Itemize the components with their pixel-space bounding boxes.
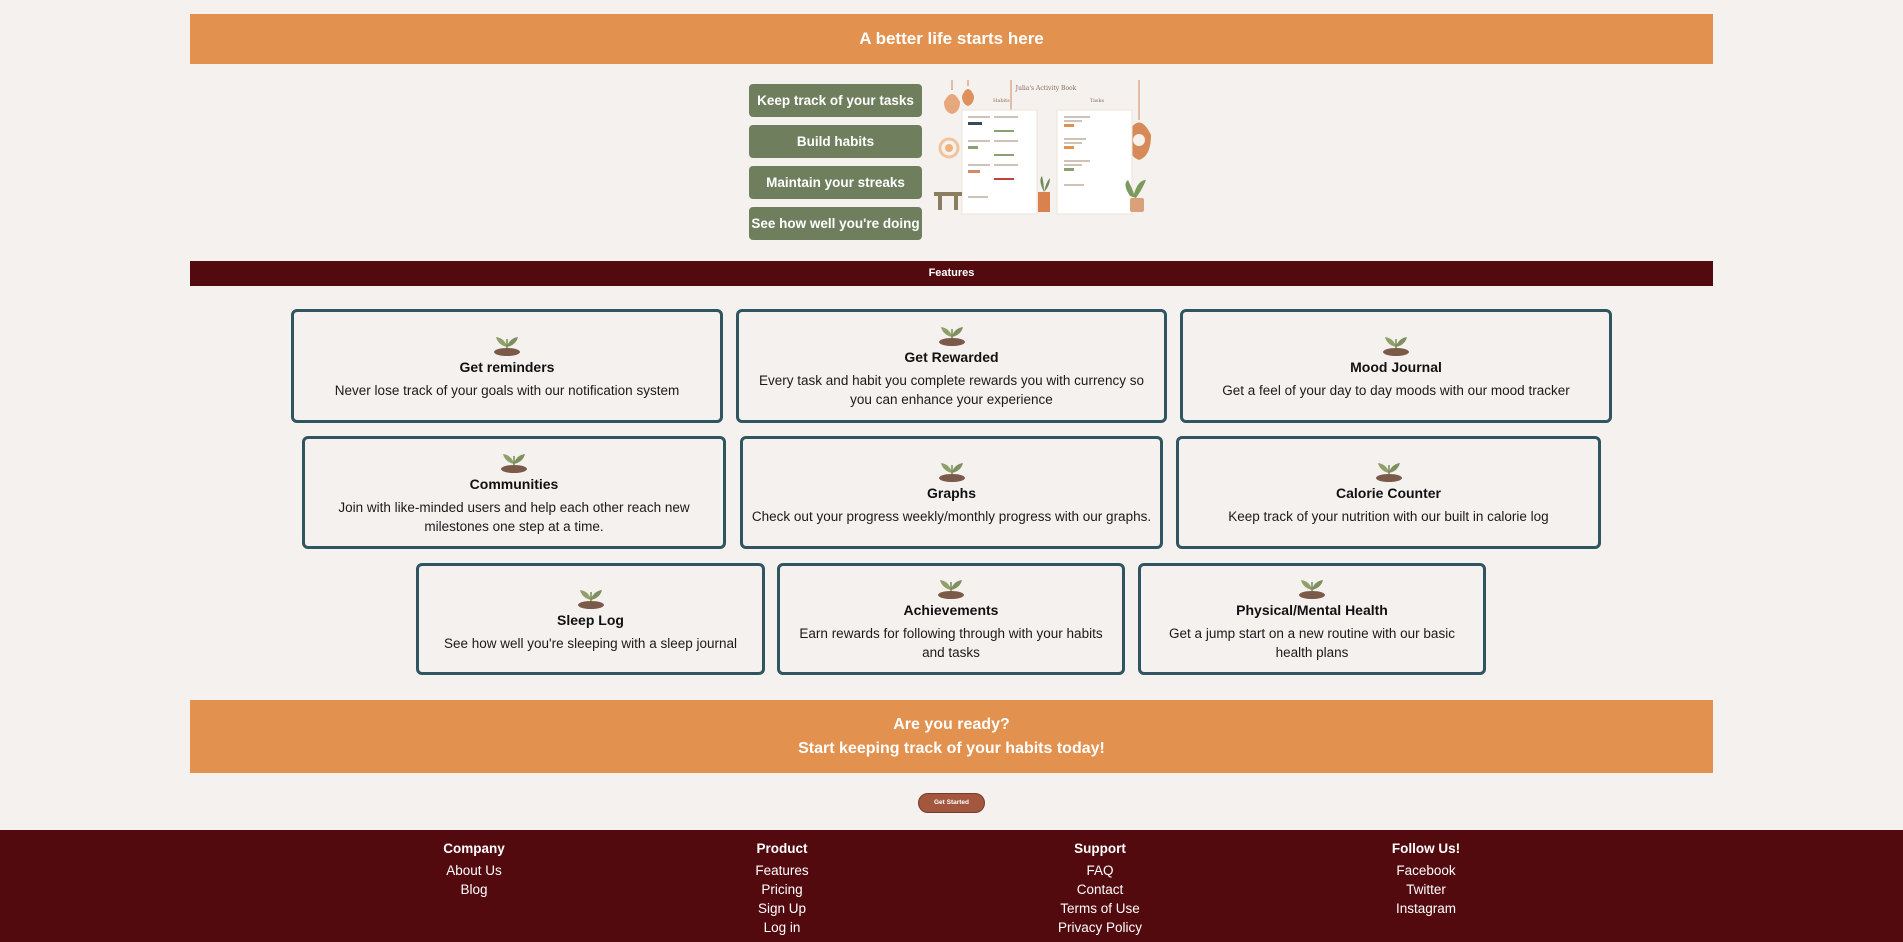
footer-link-instagram[interactable]: Instagram: [1326, 899, 1526, 918]
sprout-icon: [1383, 336, 1409, 356]
feature-card-communities: Communities Join with like-minded users …: [302, 436, 726, 549]
feature-title: Sleep Log: [557, 611, 624, 628]
feature-desc: Every task and habit you complete reward…: [759, 373, 1144, 407]
feature-title: Physical/Mental Health: [1236, 602, 1388, 618]
cta-line-1: Are you ready?: [893, 716, 1010, 733]
footer-link-terms[interactable]: Terms of Use: [1000, 899, 1200, 918]
sprout-icon: [1375, 463, 1402, 482]
sprout-icon: [938, 463, 965, 482]
feature-card-rewarded: Get Rewarded Every task and habit you co…: [736, 309, 1167, 423]
footer-link-contact[interactable]: Contact: [1000, 880, 1200, 899]
cta-banner: Are you ready? Start keeping track of yo…: [190, 700, 1713, 773]
feature-card-reminders: Get reminders Never lose track of your g…: [291, 309, 723, 423]
features-heading-bar: Features: [190, 261, 1713, 286]
feature-card-achievements: Achievements Earn rewards for following …: [777, 563, 1125, 675]
feature-desc: See how well you're sleeping with a slee…: [444, 635, 737, 651]
footer-link-twitter[interactable]: Twitter: [1326, 880, 1526, 899]
sprout-icon: [501, 453, 527, 473]
footer-heading: Product: [756, 841, 808, 856]
footer-heading: Follow Us!: [1391, 841, 1461, 856]
footer-link-log-in[interactable]: Log in: [682, 918, 882, 937]
footer-link-about-us[interactable]: About Us: [374, 861, 574, 880]
sprout-icon: [1299, 580, 1325, 599]
footer-link-features[interactable]: Features: [682, 861, 882, 880]
hero-banner: A better life starts here: [190, 14, 1713, 64]
sprout-icon: [577, 589, 604, 609]
banner-title: A better life starts here: [859, 29, 1044, 48]
maintain-streaks-button[interactable]: Maintain your streaks: [749, 166, 922, 199]
feature-desc: Check out your progress weekly/monthly p…: [751, 509, 1152, 524]
feature-title: Get reminders: [459, 358, 555, 375]
feature-desc: Join with like-minded users and help eac…: [338, 499, 690, 534]
sprout-icon: [494, 336, 520, 356]
tasks-label: Tasks: [1090, 98, 1105, 104]
feature-card-sleep-log: Sleep Log See how well you're sleeping w…: [416, 563, 765, 675]
footer-column-product: Product Features Pricing Sign Up Log in: [682, 840, 882, 937]
sprout-icon: [938, 327, 965, 346]
features-heading: Features: [928, 267, 975, 279]
see-progress-button[interactable]: See how well you're doing: [749, 207, 922, 240]
footer-column-support: Support FAQ Contact Terms of Use Privacy…: [1000, 840, 1200, 937]
feature-card-graphs: Graphs Check out your progress weekly/mo…: [740, 436, 1163, 549]
habits-label: Habits: [993, 98, 1010, 104]
book-title-text: Julia's Activity Book: [1015, 85, 1077, 92]
feature-title: Calorie Counter: [1335, 485, 1441, 501]
footer-link-faq[interactable]: FAQ: [1000, 861, 1200, 880]
footer-link-facebook[interactable]: Facebook: [1326, 861, 1526, 880]
get-started-button[interactable]: Get Started: [918, 793, 985, 813]
footer-link-blog[interactable]: Blog: [374, 880, 574, 899]
feature-desc: Earn rewards for following through with …: [799, 626, 1103, 660]
feature-title: Mood Journal: [1350, 358, 1442, 375]
feature-title: Graphs: [926, 485, 976, 501]
feature-title: Achievements: [903, 602, 999, 618]
feature-card-mood-journal: Mood Journal Get a feel of your day to d…: [1180, 309, 1612, 423]
build-habits-button[interactable]: Build habits: [749, 125, 922, 158]
activity-book-illustration: Julia's Activity Book Habits Tasks: [934, 80, 1151, 215]
feature-desc: Get a feel of your day to day moods with…: [1222, 382, 1570, 398]
feature-title: Communities: [469, 475, 559, 492]
hero-section: Keep track of your tasks Build habits Ma…: [749, 80, 1161, 246]
footer-link-privacy[interactable]: Privacy Policy: [1000, 918, 1200, 937]
footer-column-follow: Follow Us! Facebook Twitter Instagram: [1326, 840, 1526, 918]
feature-desc: Never lose track of your goals with our …: [334, 382, 680, 398]
feature-title: Get Rewarded: [904, 349, 999, 365]
footer-link-pricing[interactable]: Pricing: [682, 880, 882, 899]
footer-link-sign-up[interactable]: Sign Up: [682, 899, 882, 918]
track-tasks-button[interactable]: Keep track of your tasks: [749, 84, 922, 117]
feature-card-health: Physical/Mental Health Get a jump start …: [1138, 563, 1486, 675]
feature-card-calorie-counter: Calorie Counter Keep track of your nutri…: [1176, 436, 1601, 549]
footer-heading: Company: [443, 841, 505, 856]
footer-heading: Support: [1074, 841, 1126, 856]
feature-desc: Get a jump start on a new routine with o…: [1169, 626, 1455, 660]
cta-line-2: Start keeping track of your habits today…: [798, 740, 1105, 757]
feature-desc: Keep track of your nutrition with our bu…: [1228, 509, 1549, 524]
footer-column-company: Company About Us Blog: [374, 840, 574, 899]
sprout-icon: [938, 580, 964, 599]
footer: Company About Us Blog Product Features P…: [0, 830, 1903, 942]
